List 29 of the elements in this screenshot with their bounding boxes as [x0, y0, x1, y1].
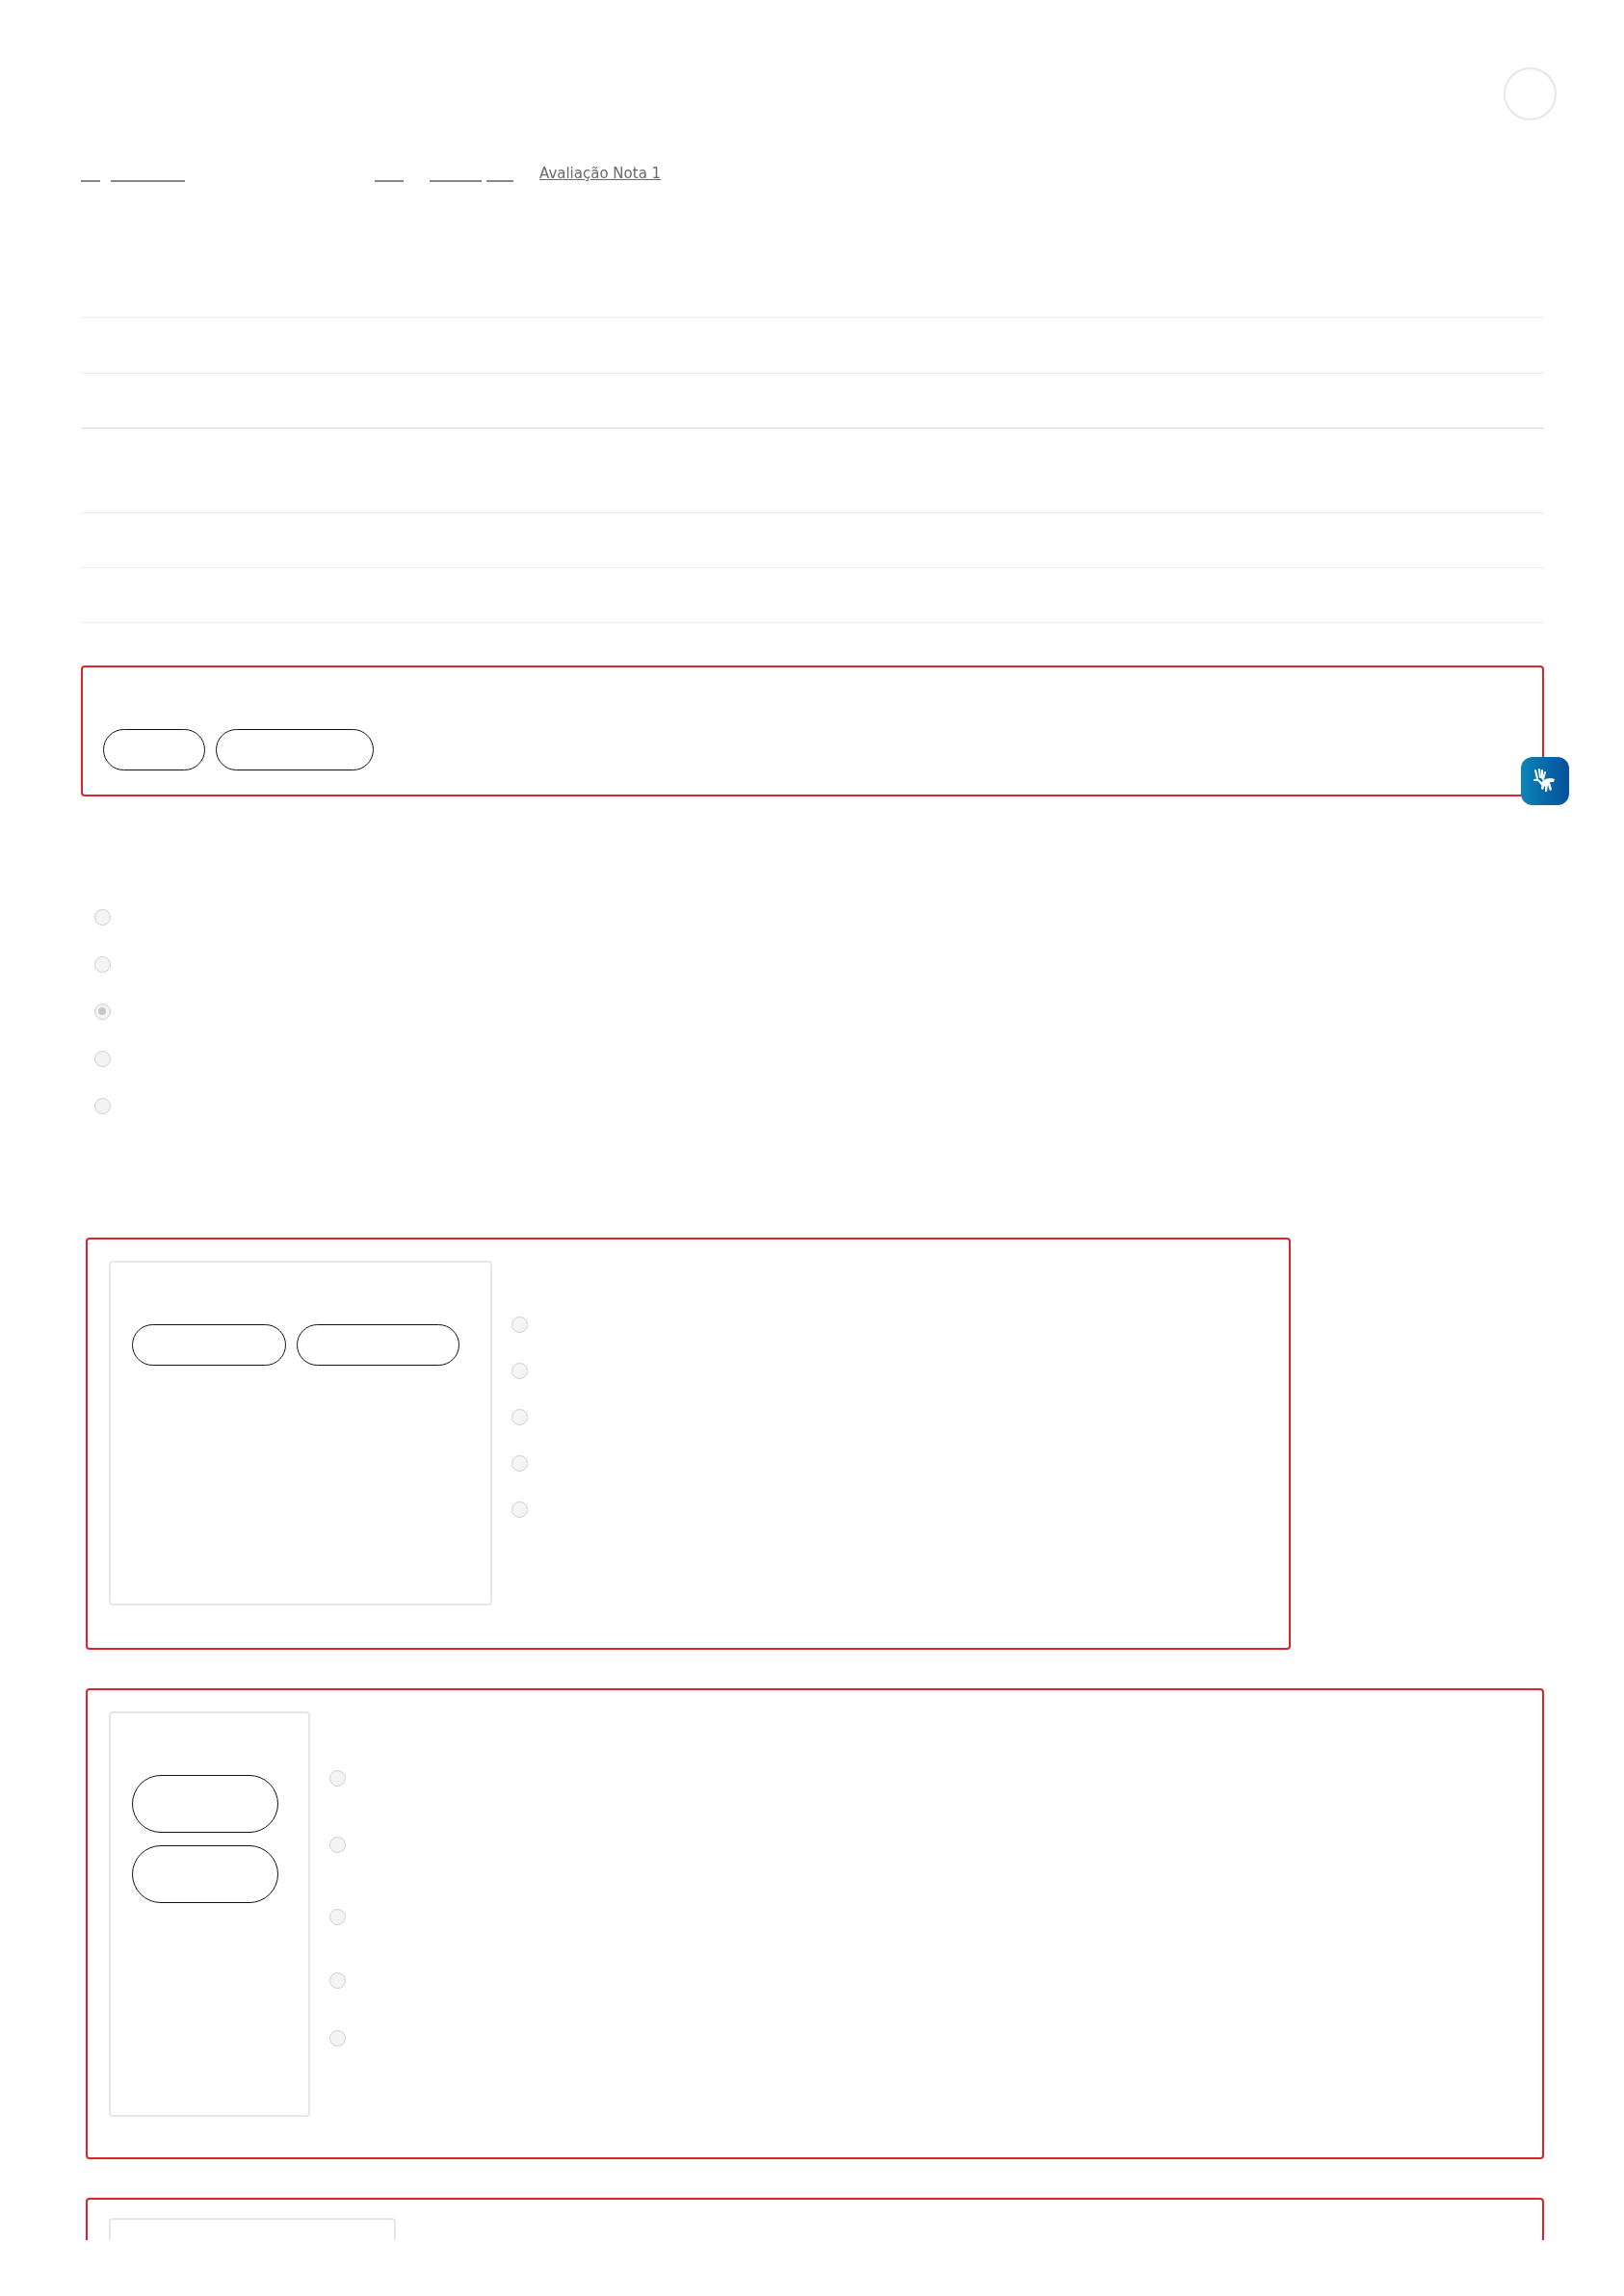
radio-button[interactable] — [511, 1501, 528, 1518]
pill-button[interactable] — [132, 1845, 278, 1903]
radio-button[interactable] — [511, 1409, 528, 1425]
radio-button[interactable] — [329, 2030, 346, 2047]
radio-button[interactable] — [511, 1363, 528, 1379]
breadcrumb-link[interactable] — [486, 180, 513, 182]
radio-button[interactable] — [329, 1770, 346, 1787]
breadcrumb-link[interactable]: Avaliação Nota 1 — [539, 165, 662, 182]
avatar-circle[interactable] — [1504, 67, 1557, 120]
pill-button[interactable] — [216, 729, 374, 770]
radio-button[interactable] — [329, 1909, 346, 1925]
breadcrumb-link[interactable] — [111, 180, 185, 182]
breadcrumb-link[interactable] — [430, 180, 482, 182]
pill-button[interactable] — [297, 1324, 459, 1366]
sign-language-button[interactable] — [1521, 757, 1569, 805]
breadcrumb-link[interactable] — [81, 180, 100, 182]
radio-button[interactable] — [511, 1317, 528, 1333]
breadcrumb-link[interactable] — [375, 180, 404, 182]
radio-button[interactable] — [329, 1972, 346, 1989]
radio-button[interactable] — [329, 1837, 346, 1853]
radio-button[interactable] — [511, 1455, 528, 1472]
pill-button[interactable] — [132, 1775, 278, 1833]
radio-button[interactable] — [94, 956, 111, 973]
pill-button[interactable] — [103, 729, 205, 770]
radio-button[interactable] — [94, 1098, 111, 1114]
radio-button[interactable] — [94, 1051, 111, 1067]
radio-button[interactable] — [94, 1004, 111, 1020]
pill-button[interactable] — [132, 1324, 286, 1366]
radio-button[interactable] — [94, 909, 111, 926]
